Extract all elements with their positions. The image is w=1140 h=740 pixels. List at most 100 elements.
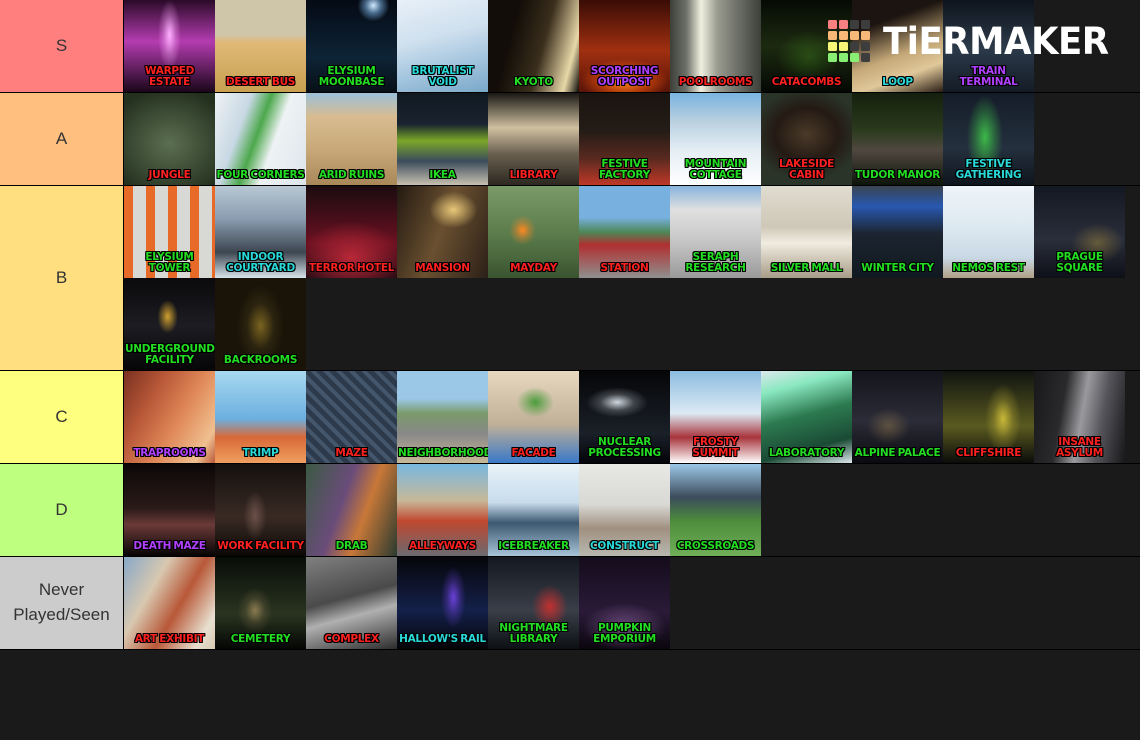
tier-item-label: TRAIN TERMINAL: [959, 65, 1018, 88]
tier-item-label: POOLROOMS: [678, 75, 753, 88]
tier-item-label: ART EXHIBIT: [134, 632, 205, 645]
tier-item-tile[interactable]: LAKESIDE CABIN: [761, 93, 852, 185]
tier-item-label: NUCLEAR PROCESSING: [588, 436, 662, 459]
tier-label-never-played-seen[interactable]: Never Played/Seen: [0, 557, 124, 649]
tier-item-tile[interactable]: INSANE ASYLUM: [1034, 371, 1125, 463]
tier-item-tile[interactable]: BRUTALIST VOID: [397, 0, 488, 92]
tier-item-label: UNDERGROUND FACILITY: [125, 343, 215, 366]
tier-label-a[interactable]: A: [0, 93, 124, 185]
tier-item-tile[interactable]: FACADE: [488, 371, 579, 463]
tier-item-label: LAKESIDE CABIN: [778, 158, 835, 181]
tier-item-tile[interactable]: STATION: [579, 186, 670, 278]
tier-item-label: HALLOW'S RAIL: [399, 632, 487, 645]
tier-item-label: INDOOR COURTYARD: [226, 251, 296, 274]
tier-item-tile[interactable]: WARPED ESTATE: [124, 0, 215, 92]
tier-item-tile[interactable]: COMPLEX: [306, 557, 397, 649]
tier-item-label: PUMPKIN EMPORIUM: [593, 622, 657, 645]
tier-item-tile[interactable]: CONSTRUCT: [579, 464, 670, 556]
tiermaker-logo-grid: [827, 20, 870, 62]
tier-item-tile[interactable]: INDOOR COURTYARD: [215, 186, 306, 278]
tier-item-tile[interactable]: NEMOS REST: [943, 186, 1034, 278]
tier-item-label: MAZE: [335, 446, 368, 459]
tier-item-tile[interactable]: ELYSIUM TOWER: [124, 186, 215, 278]
tier-item-tile[interactable]: UNDERGROUND FACILITY: [124, 278, 215, 370]
tier-item-label: BACKROOMS: [223, 353, 298, 366]
tier-item-tile[interactable]: JUNGLE: [124, 93, 215, 185]
tier-item-tile[interactable]: HALLOW'S RAIL: [397, 557, 488, 649]
logo-grid-cell: [849, 31, 859, 40]
tier-item-label: FESTIVE FACTORY: [599, 158, 651, 181]
tier-item-tile[interactable]: DESERT BUS: [215, 0, 306, 92]
tier-item-tile[interactable]: LABORATORY: [761, 371, 852, 463]
tier-item-tile[interactable]: TUDOR MANOR: [852, 93, 943, 185]
tier-item-tile[interactable]: CLIFFSHIRE: [943, 371, 1034, 463]
tier-item-tile[interactable]: ALPINE PALACE: [852, 371, 943, 463]
tier-item-tile[interactable]: TERROR HOTEL: [306, 186, 397, 278]
tier-items-container: DEATH MAZE WORK FACILITY DRAB ALLEYWAYS ICEB…: [124, 464, 1140, 556]
tier-item-label: TERROR HOTEL: [308, 261, 395, 274]
tier-item-tile[interactable]: SCORCHING OUTPOST: [579, 0, 670, 92]
tier-item-tile[interactable]: PUMPKIN EMPORIUM: [579, 557, 670, 649]
tier-item-tile[interactable]: FROSTY SUMMIT: [670, 371, 761, 463]
tier-item-tile[interactable]: LIBRARY: [488, 93, 579, 185]
tier-label-d[interactable]: D: [0, 464, 124, 556]
tier-item-label: CEMETERY: [230, 632, 291, 645]
tier-item-tile[interactable]: ARID RUINS: [306, 93, 397, 185]
tier-item-label: MAYDAY: [510, 261, 558, 274]
tier-item-label: CROSSROADS: [676, 539, 755, 552]
tier-item-tile[interactable]: WORK FACILITY: [215, 464, 306, 556]
tier-item-tile[interactable]: IKEA: [397, 93, 488, 185]
tier-item-tile[interactable]: FOUR CORNERS: [215, 93, 306, 185]
tier-item-tile[interactable]: ICEBREAKER: [488, 464, 579, 556]
tier-item-label: JUNGLE: [148, 168, 191, 181]
tier-item-tile[interactable]: MANSION: [397, 186, 488, 278]
tier-item-tile[interactable]: DRAB: [306, 464, 397, 556]
tier-item-tile[interactable]: NEIGHBORHOOD: [397, 371, 488, 463]
tier-item-label: WINTER CITY: [861, 261, 935, 274]
tiermaker-logo: TiERMAKER: [827, 19, 1118, 63]
tier-item-label: IKEA: [429, 168, 456, 181]
tier-label-c[interactable]: C: [0, 371, 124, 463]
tier-item-tile[interactable]: FESTIVE GATHERING: [943, 93, 1034, 185]
tier-item-label: MANSION: [415, 261, 471, 274]
tier-item-tile[interactable]: TRIMP: [215, 371, 306, 463]
tier-item-tile[interactable]: MOUNTAIN COTTAGE: [670, 93, 761, 185]
logo-grid-cell: [838, 53, 848, 62]
tier-item-tile[interactable]: ELYSIUM MOONBASE: [306, 0, 397, 92]
tier-item-tile[interactable]: WINTER CITY: [852, 186, 943, 278]
tier-item-tile[interactable]: DEATH MAZE: [124, 464, 215, 556]
tier-item-tile[interactable]: SERAPH RESEARCH: [670, 186, 761, 278]
tier-item-tile[interactable]: MAYDAY: [488, 186, 579, 278]
tier-item-tile[interactable]: FESTIVE FACTORY: [579, 93, 670, 185]
tier-item-tile[interactable]: CEMETERY: [215, 557, 306, 649]
tiermaker-logo-text: TiERMAKER: [882, 19, 1109, 63]
tier-item-tile[interactable]: POOLROOMS: [670, 0, 761, 92]
tier-item-label: SCORCHING OUTPOST: [590, 65, 659, 88]
tier-item-tile[interactable]: ART EXHIBIT: [124, 557, 215, 649]
tier-item-tile[interactable]: NIGHTMARE LIBRARY: [488, 557, 579, 649]
tier-item-tile[interactable]: TRAPROOMS: [124, 371, 215, 463]
tier-item-tile[interactable]: CROSSROADS: [670, 464, 761, 556]
tier-item-tile[interactable]: SILVER MALL: [761, 186, 852, 278]
tier-item-label: INSANE ASYLUM: [1056, 436, 1104, 459]
logo-grid-cell: [860, 53, 870, 62]
tier-item-label: ICEBREAKER: [498, 539, 570, 552]
tier-row: B ELYSIUM TOWER INDOOR COURTYARD TERROR HOT…: [0, 186, 1140, 371]
tier-item-label: STATION: [600, 261, 649, 274]
tier-item-label: CLIFFSHIRE: [955, 446, 1022, 459]
tier-item-label: WARPED ESTATE: [144, 65, 195, 88]
tier-item-label: NEMOS REST: [952, 261, 1026, 274]
tier-item-tile[interactable]: ALLEYWAYS: [397, 464, 488, 556]
tier-item-label: FROSTY SUMMIT: [692, 436, 739, 459]
tier-item-tile[interactable]: MAZE: [306, 371, 397, 463]
tier-item-tile[interactable]: BACKROOMS: [215, 278, 306, 370]
tier-label-b[interactable]: B: [0, 186, 124, 370]
tier-item-tile[interactable]: PRAGUE SQUARE: [1034, 186, 1125, 278]
logo-grid-cell: [827, 31, 837, 40]
tier-label-s[interactable]: S: [0, 0, 124, 92]
tier-item-tile[interactable]: KYOTO: [488, 0, 579, 92]
tier-item-label: ARID RUINS: [318, 168, 385, 181]
tier-item-label: FESTIVE GATHERING: [955, 158, 1022, 181]
logo-grid-cell: [827, 53, 837, 62]
tier-item-tile[interactable]: NUCLEAR PROCESSING: [579, 371, 670, 463]
